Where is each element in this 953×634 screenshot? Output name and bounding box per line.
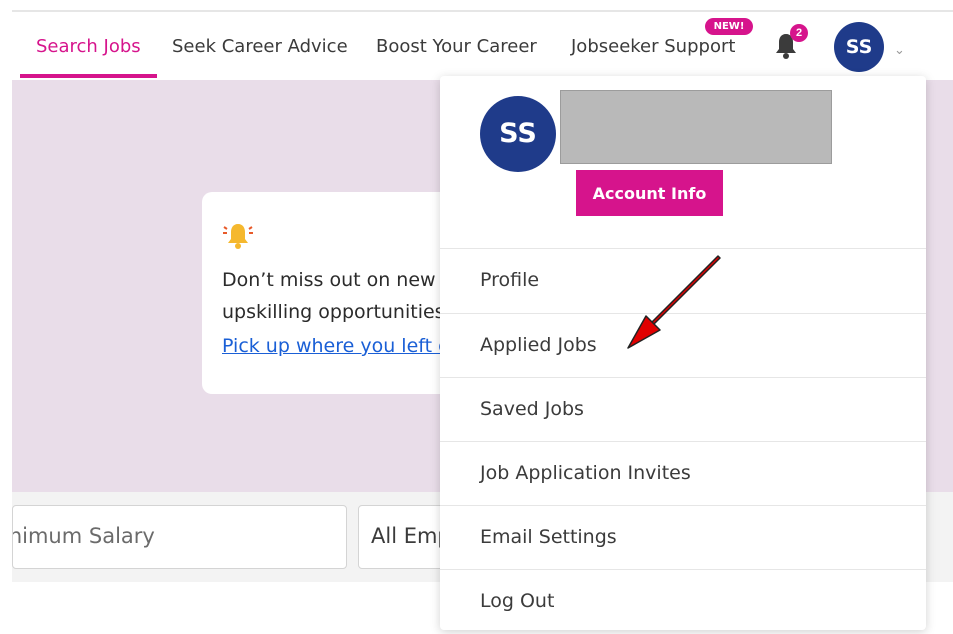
notification-count-badge: 2	[790, 24, 808, 42]
resume-link[interactable]: Pick up where you left c	[222, 335, 449, 357]
menu-item-log-out[interactable]: Log Out	[440, 569, 926, 634]
dropdown-header: SS Account Info	[440, 76, 926, 248]
menu-item-label: Applied Jobs	[480, 334, 597, 356]
red-arrow-annotation-icon	[627, 255, 721, 349]
minimum-salary-input[interactable]: inimum Salary	[12, 505, 347, 569]
chevron-down-icon[interactable]: ⌄	[894, 42, 905, 58]
menu-item-label: Profile	[480, 269, 540, 291]
top-nav: Search Jobs Seek Career Advice Boost You…	[0, 14, 953, 78]
redacted-user-name	[560, 90, 832, 164]
nav-boost-your-career[interactable]: Boost Your Career	[376, 36, 537, 57]
employment-select-value: All Emp	[371, 524, 451, 548]
nav-seek-career-advice[interactable]: Seek Career Advice	[172, 36, 348, 57]
nav-jobseeker-support[interactable]: Jobseeker Support	[571, 36, 735, 57]
salary-placeholder: inimum Salary	[12, 524, 155, 548]
menu-item-label: Job Application Invites	[480, 462, 691, 484]
nav-search-jobs[interactable]: Search Jobs	[36, 36, 141, 57]
menu-item-email-settings[interactable]: Email Settings	[440, 505, 926, 570]
menu-item-label: Log Out	[480, 590, 555, 612]
notice-line-1: Don’t miss out on new c	[222, 269, 453, 291]
notice-line-2: upskilling opportunities	[222, 301, 445, 323]
menu-item-job-application-invites[interactable]: Job Application Invites	[440, 441, 926, 506]
new-badge: NEW!	[705, 18, 753, 35]
menu-item-saved-jobs[interactable]: Saved Jobs	[440, 377, 926, 442]
menu-item-label: Email Settings	[480, 526, 617, 548]
active-tab-underline	[20, 74, 157, 78]
ringing-bell-icon	[222, 220, 254, 255]
user-avatar-button[interactable]: SS	[834, 22, 884, 72]
menu-item-label: Saved Jobs	[480, 398, 584, 420]
avatar: SS	[480, 96, 556, 172]
notice-message: Don’t miss out on new c upskilling oppor…	[222, 264, 452, 328]
account-info-button[interactable]: Account Info	[576, 170, 723, 216]
top-divider	[12, 10, 953, 12]
